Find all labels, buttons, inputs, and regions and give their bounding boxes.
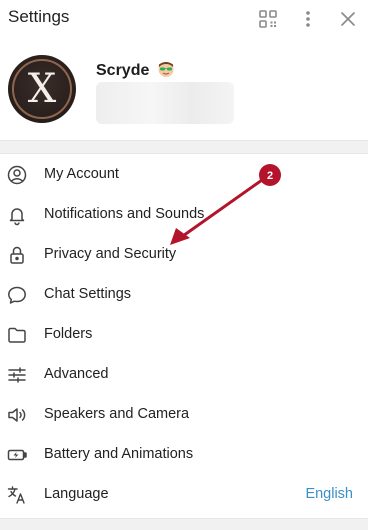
menu-item-label: Chat Settings [44, 286, 132, 302]
language-value[interactable]: English [305, 486, 353, 502]
menu-item-my-account[interactable]: My Account [0, 155, 368, 195]
menu-item-chat-settings[interactable]: Chat Settings [0, 275, 368, 315]
avatar[interactable]: X [8, 55, 76, 123]
sunglasses-face-icon [157, 60, 175, 78]
battery-icon [6, 444, 28, 466]
menu-item-label: Folders [44, 326, 93, 342]
menu-item-label: Privacy and Security [44, 246, 177, 262]
settings-menu: My Account Notifications and Sounds Priv… [0, 155, 368, 515]
menu-item-battery-animations[interactable]: Battery and Animations [0, 435, 368, 475]
menu-item-label: My Account [44, 166, 119, 182]
menu-item-label: Battery and Animations [44, 446, 194, 462]
profile-section[interactable]: X Scryde [0, 40, 368, 140]
menu-item-label: Language [44, 486, 109, 502]
settings-header: Settings [0, 0, 368, 40]
menu-item-advanced[interactable]: Advanced [0, 355, 368, 395]
bottom-divider [0, 518, 368, 530]
user-circle-icon [6, 164, 28, 186]
profile-name: Scryde [96, 60, 175, 80]
section-divider [0, 140, 368, 154]
bell-icon [6, 204, 28, 226]
folder-icon [6, 324, 28, 346]
page-title: Settings [8, 7, 70, 26]
close-icon[interactable] [337, 8, 359, 30]
profile-name-text: Scryde [96, 62, 150, 79]
menu-item-notifications[interactable]: Notifications and Sounds [0, 195, 368, 235]
qr-code-icon[interactable] [257, 8, 279, 30]
blurred-phone-number [96, 82, 234, 124]
menu-item-folders[interactable]: Folders [0, 315, 368, 355]
menu-item-label: Notifications and Sounds [44, 206, 205, 222]
speaker-icon [6, 404, 28, 426]
chat-bubble-icon [6, 284, 28, 306]
avatar-letter: X [27, 66, 57, 112]
sliders-icon [6, 364, 28, 386]
menu-item-language[interactable]: Language English [0, 475, 368, 515]
translate-icon [6, 484, 28, 506]
menu-item-label: Speakers and Camera [44, 406, 190, 422]
more-vertical-icon[interactable] [297, 8, 319, 30]
lock-icon [6, 244, 28, 266]
menu-item-speakers-camera[interactable]: Speakers and Camera [0, 395, 368, 435]
menu-item-label: Advanced [44, 366, 109, 382]
menu-item-privacy[interactable]: Privacy and Security [0, 235, 368, 275]
